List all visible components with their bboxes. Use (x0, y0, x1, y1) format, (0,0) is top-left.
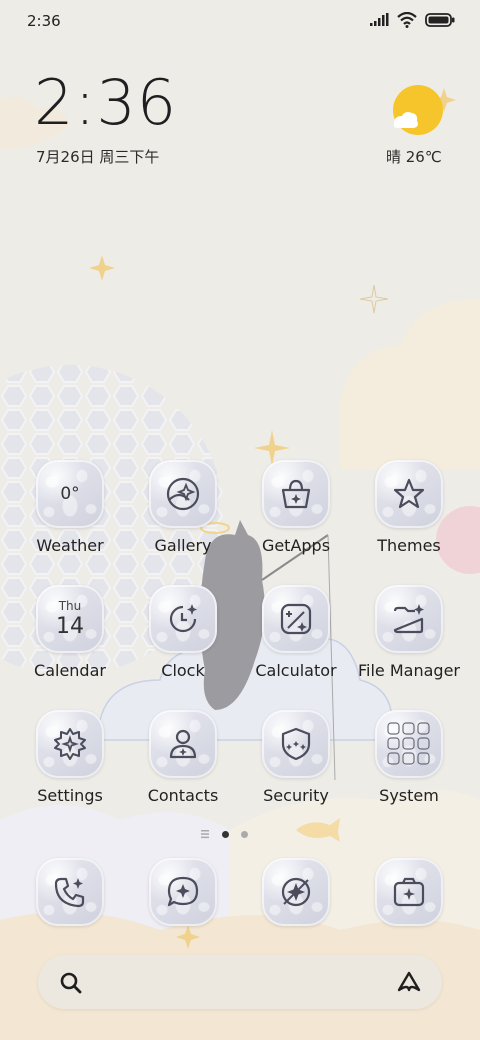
app-security[interactable]: Security (240, 710, 352, 805)
page-dot-active (222, 830, 229, 838)
gallery-icon (149, 460, 217, 528)
calendar-date: 14 (56, 614, 84, 639)
getapps-icon (262, 460, 330, 528)
app-clock[interactable]: Clock (127, 585, 239, 680)
system-folder-icon (375, 710, 443, 778)
camera-icon (375, 858, 443, 926)
page-dot (241, 830, 248, 838)
app-file-manager[interactable]: File Manager (353, 585, 465, 680)
sun-cloud-icon[interactable] (392, 84, 444, 136)
app-label: Clock (161, 661, 205, 680)
dock-messages[interactable] (127, 858, 239, 926)
messages-icon (149, 858, 217, 926)
signal-icon (370, 13, 389, 26)
battery-icon (425, 13, 455, 27)
security-icon (262, 710, 330, 778)
file-manager-icon (375, 585, 443, 653)
browser-icon (262, 858, 330, 926)
phone-icon (36, 858, 104, 926)
settings-icon (36, 710, 104, 778)
calculator-icon (262, 585, 330, 653)
search-icon[interactable] (60, 972, 82, 994)
app-gallery[interactable]: Gallery (127, 460, 239, 555)
app-contacts[interactable]: Contacts (127, 710, 239, 805)
app-label: Weather (36, 536, 104, 555)
app-label: Calendar (34, 661, 106, 680)
app-label: GetApps (261, 536, 331, 555)
status-bar: 2:36 (0, 0, 480, 44)
folder-system[interactable]: System (353, 710, 465, 805)
clock-widget-date[interactable]: 7月26日 周三下午 (36, 146, 159, 167)
assistant-icon[interactable] (396, 970, 422, 994)
app-weather[interactable]: 0° Weather (14, 460, 126, 555)
wifi-icon (397, 12, 417, 28)
weather-temp: 0° (60, 484, 80, 504)
dock-phone[interactable] (14, 858, 126, 926)
page-indicator[interactable] (200, 829, 248, 839)
search-bar[interactable] (38, 955, 442, 1009)
app-label: File Manager (358, 661, 460, 680)
status-icons (369, 12, 455, 28)
feed-page-icon (201, 830, 209, 839)
app-calendar[interactable]: Thu 14 Calendar (14, 585, 126, 680)
app-themes[interactable]: Themes (353, 460, 465, 555)
app-settings[interactable]: Settings (14, 710, 126, 805)
dock-camera[interactable] (353, 858, 465, 926)
themes-icon (375, 460, 443, 528)
app-label: Security (263, 786, 329, 805)
weather-icon: 0° (36, 460, 104, 528)
app-label: Gallery (154, 536, 212, 555)
app-label: System (379, 786, 439, 805)
app-label: Calculator (255, 661, 337, 680)
contacts-icon (149, 710, 217, 778)
dock-browser[interactable] (240, 858, 352, 926)
app-calculator[interactable]: Calculator (240, 585, 352, 680)
status-time: 2:36 (27, 12, 61, 30)
app-getapps[interactable]: GetApps (240, 460, 352, 555)
app-label: Themes (377, 536, 441, 555)
calendar-day: Thu (58, 599, 82, 613)
weather-widget-text[interactable]: 晴 26℃ (386, 146, 442, 167)
app-label: Settings (37, 786, 103, 805)
app-label: Contacts (147, 786, 219, 805)
clock-widget-time[interactable]: 2:36 (34, 72, 177, 134)
calendar-icon: Thu 14 (36, 585, 104, 653)
clock-icon (149, 585, 217, 653)
